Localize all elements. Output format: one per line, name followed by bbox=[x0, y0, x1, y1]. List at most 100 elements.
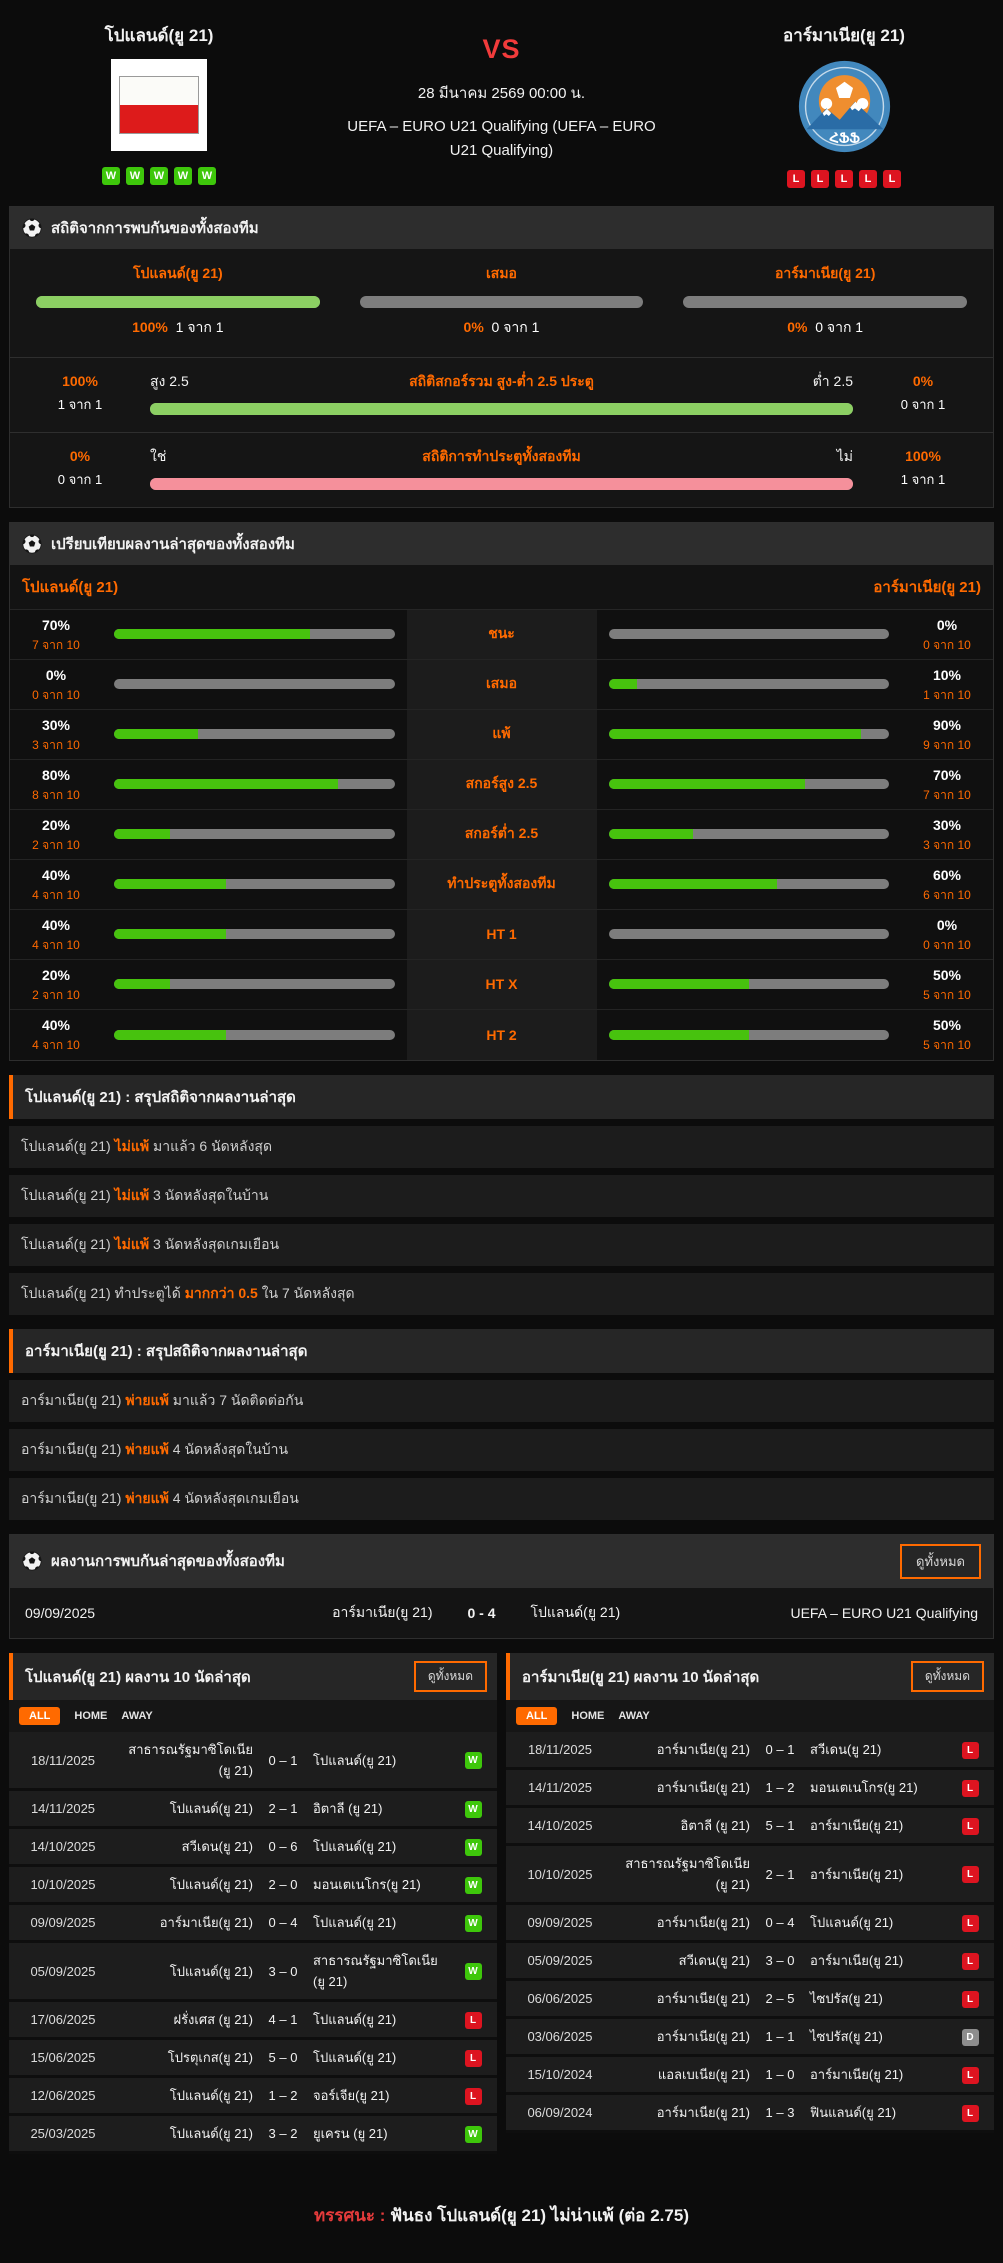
away-last10-rows: 18/11/2025 อาร์มาเนีย(ยู 21) 0 – 1 สวีเด… bbox=[506, 1732, 994, 2133]
h2h-away-col: อาร์มาเนีย(ยู 21) 0% 0 จาก 1 bbox=[683, 263, 967, 339]
h2h-recent-section: ผลงานการพบกันล่าสุดของทั้งสองทีม ดูทั้งห… bbox=[9, 1534, 994, 1639]
match-score: 2 – 1 bbox=[754, 1867, 806, 1882]
match-date: 09/09/2025 bbox=[514, 1915, 606, 1930]
home-count: 7 จาก 10 bbox=[10, 636, 102, 654]
h2h-home-pct: 100% bbox=[132, 319, 168, 335]
result-badge: L bbox=[962, 2067, 979, 2084]
h2h-home-label: โปแลนด์(ยู 21) bbox=[36, 263, 320, 285]
tab-home[interactable]: HOME bbox=[74, 1710, 107, 1722]
match-date: 03/06/2025 bbox=[514, 2029, 606, 2044]
home-bar bbox=[114, 929, 395, 939]
match-row: 12/06/2025 โปแลนด์(ยู 21) 1 – 2 จอร์เจีย… bbox=[9, 2078, 497, 2116]
result-badge: W bbox=[465, 1752, 482, 1769]
match-row: 06/09/2024 อาร์มาเนีย(ยู 21) 1 – 3 ฟินแล… bbox=[506, 2095, 994, 2133]
h2h-view-all-button[interactable]: ดูทั้งหมด bbox=[900, 1544, 981, 1579]
btts-title: สถิติการทำประตูทั้งสองทีม bbox=[260, 446, 743, 468]
result-badge: W bbox=[465, 2126, 482, 2143]
away-bar bbox=[609, 779, 890, 789]
away-summary-title: อาร์มาเนีย(ยู 21) : สรุปสถิติจากผลงานล่า… bbox=[9, 1329, 994, 1373]
match-away-team: สวีเดน(ยู 21) bbox=[810, 1739, 950, 1760]
h2h-draw-count: 0 จาก 1 bbox=[492, 319, 540, 335]
home-percent: 30% bbox=[10, 715, 102, 736]
home-bar bbox=[114, 979, 395, 989]
h2h-match-row: 09/09/2025 อาร์มาเนีย(ยู 21) 0 - 4 โปแลน… bbox=[10, 1588, 993, 1638]
summary-highlight: ไม่แพ้ bbox=[115, 1187, 150, 1203]
home-last10-view-all-button[interactable]: ดูทั้งหมด bbox=[414, 1661, 487, 1692]
away-percent: 0% bbox=[901, 915, 993, 936]
h2h-draw-bar bbox=[360, 296, 644, 308]
tab-home[interactable]: HOME bbox=[571, 1710, 604, 1722]
match-header: โปแลนด์(ยู 21) WWWWW VS 28 มีนาคม 2569 0… bbox=[9, 10, 994, 192]
result-badge: L bbox=[962, 1915, 979, 1932]
match-date: 05/09/2025 bbox=[17, 1964, 109, 1979]
match-row: 10/10/2025 โปแลนด์(ยู 21) 2 – 0 มอนเตเนโ… bbox=[9, 1867, 497, 1905]
ou-title: สถิติสกอร์รวม สูง-ต่ำ 2.5 ประตู bbox=[260, 371, 743, 393]
match-home-team: อาร์มาเนีย(ยู 21) bbox=[113, 1912, 253, 1933]
match-score: 2 – 0 bbox=[257, 1877, 309, 1892]
result-badge: L bbox=[962, 1953, 979, 1970]
match-row: 14/10/2025 สวีเดน(ยู 21) 0 – 6 โปแลนด์(ย… bbox=[9, 1829, 497, 1867]
home-percent: 40% bbox=[10, 1015, 102, 1036]
away-count: 0 จาก 10 bbox=[901, 636, 993, 654]
match-away-team: โปแลนด์(ยู 21) bbox=[517, 1602, 789, 1624]
comparison-title: เปรียบเทียบผลงานล่าสุดของทั้งสองทีม bbox=[51, 532, 295, 556]
away-summary-rows: อาร์มาเนีย(ยู 21) พ่ายแพ้ มาแล้ว 7 นัดติ… bbox=[9, 1380, 994, 1520]
match-away-team: มอนเตเนโกร(ยู 21) bbox=[810, 1777, 950, 1798]
tab-away[interactable]: AWAY bbox=[618, 1710, 649, 1722]
away-percent: 70% bbox=[901, 765, 993, 786]
h2h-away-pct: 0% bbox=[787, 319, 807, 335]
tab-all[interactable]: ALL bbox=[516, 1707, 557, 1725]
match-row: 18/11/2025 อาร์มาเนีย(ยู 21) 0 – 1 สวีเด… bbox=[506, 1732, 994, 1770]
summary-highlight: พ่ายแพ้ bbox=[125, 1392, 169, 1408]
stat-label: เสมอ bbox=[407, 660, 597, 709]
match-date: 17/06/2025 bbox=[17, 2012, 109, 2027]
match-home-team: อาร์มาเนีย(ยู 21) bbox=[610, 2102, 750, 2123]
result-badge: W bbox=[465, 1877, 482, 1894]
stat-label: HT 1 bbox=[407, 910, 597, 959]
stat-label: HT X bbox=[407, 960, 597, 1009]
home-count: 2 จาก 10 bbox=[10, 836, 102, 854]
match-row: 18/11/2025 สาธารณรัฐมาซิโดเนีย (ยู 21) 0… bbox=[9, 1732, 497, 1791]
h2h-stats-section: สถิติจากการพบกันของทั้งสองทีม โปแลนด์(ยู… bbox=[9, 206, 994, 508]
match-away-team: อาร์มาเนีย(ยู 21) bbox=[810, 1950, 950, 1971]
away-percent: 90% bbox=[901, 715, 993, 736]
match-away-team: โปแลนด์(ยู 21) bbox=[313, 1912, 453, 1933]
comparison-row: 20% 2 จาก 10 HT X 50% 5 จาก 10 bbox=[10, 960, 993, 1010]
match-date: 06/09/2024 bbox=[514, 2105, 606, 2120]
away-count: 5 จาก 10 bbox=[901, 1036, 993, 1054]
ou-right-pct: 0% bbox=[867, 370, 979, 394]
match-home-team: อาร์มาเนีย(ยู 21) bbox=[610, 1739, 750, 1760]
match-away-team: สาธารณรัฐมาซิโดเนีย (ยู 21) bbox=[313, 1950, 453, 1992]
match-date: 14/11/2025 bbox=[17, 1801, 109, 1816]
btts-left-pct: 0% bbox=[24, 445, 136, 469]
result-badge: W bbox=[465, 1963, 482, 1980]
away-last10-view-all-button[interactable]: ดูทั้งหมด bbox=[911, 1661, 984, 1692]
btts-yes-label: ใช่ bbox=[150, 446, 260, 468]
h2h-over-under-row: 100% 1 จาก 1 สูง 2.5 สถิติสกอร์รวม สูง-ต… bbox=[10, 358, 993, 433]
result-badge: L bbox=[962, 1818, 979, 1835]
match-away-team: โปแลนด์(ยู 21) bbox=[313, 2009, 453, 2030]
match-score: 3 – 0 bbox=[257, 1964, 309, 1979]
match-date: 14/11/2025 bbox=[514, 1780, 606, 1795]
home-bar bbox=[114, 1030, 395, 1040]
away-last10-panel: อาร์มาเนีย(ยู 21) ผลงาน 10 นัดล่าสุด ดูท… bbox=[506, 1653, 994, 2133]
summary-row: อาร์มาเนีย(ยู 21) พ่ายแพ้ 4 นัดหลังสุดใน… bbox=[9, 1429, 994, 1471]
summary-row: อาร์มาเนีย(ยู 21) พ่ายแพ้ มาแล้ว 7 นัดติ… bbox=[9, 1380, 994, 1422]
away-form-badges: LLLLL bbox=[787, 170, 901, 188]
match-score: 1 – 3 bbox=[754, 2105, 806, 2120]
tab-away[interactable]: AWAY bbox=[121, 1710, 152, 1722]
home-bar bbox=[114, 879, 395, 889]
away-percent: 50% bbox=[901, 1015, 993, 1036]
h2h-home-col: โปแลนด์(ยู 21) 100% 1 จาก 1 bbox=[36, 263, 320, 339]
away-bar bbox=[609, 879, 890, 889]
tab-all[interactable]: ALL bbox=[19, 1707, 60, 1725]
home-percent: 40% bbox=[10, 915, 102, 936]
match-score: 0 – 6 bbox=[257, 1839, 309, 1854]
armenia-logo-text: ՀՖՖ bbox=[829, 131, 860, 146]
match-away-team: อิตาลี (ยู 21) bbox=[313, 1798, 453, 1819]
match-date: 18/11/2025 bbox=[514, 1742, 606, 1757]
match-row: 14/11/2025 โปแลนด์(ยู 21) 2 – 1 อิตาลี (… bbox=[9, 1791, 497, 1829]
tip-label: ทรรศนะ : bbox=[314, 2206, 385, 2225]
away-summary-section: อาร์มาเนีย(ยู 21) : สรุปสถิติจากผลงานล่า… bbox=[9, 1329, 994, 1520]
btts-right-count: 1 จาก 1 bbox=[867, 469, 979, 491]
